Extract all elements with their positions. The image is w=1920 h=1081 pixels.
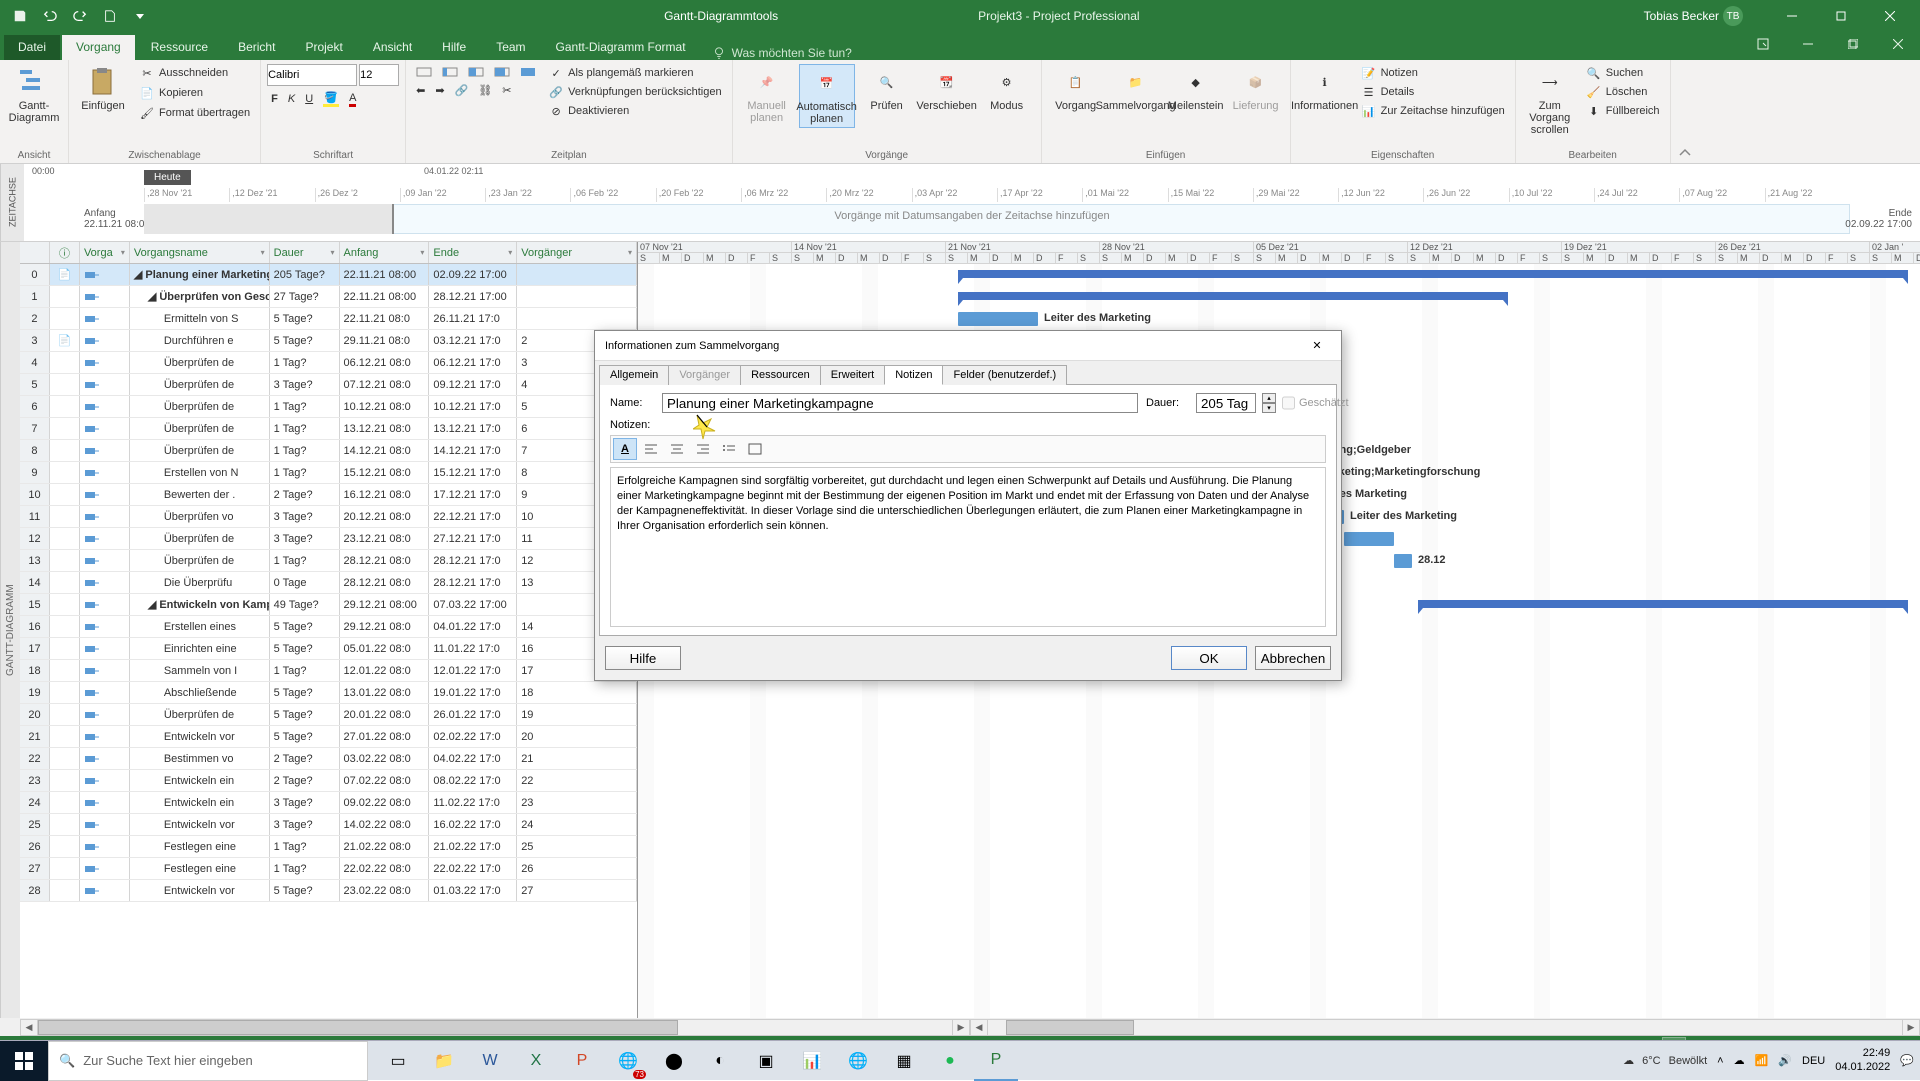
font-format-button[interactable]: A: [613, 438, 637, 460]
duration-input[interactable]: [1196, 393, 1256, 413]
dialog-tab-notes[interactable]: Notizen: [884, 365, 943, 385]
ok-button[interactable]: OK: [1171, 646, 1247, 670]
align-left-button[interactable]: [639, 438, 663, 460]
dialog-tab-resources[interactable]: Ressourcen: [740, 365, 821, 385]
cursor-highlight-icon: [693, 413, 715, 435]
dialog-tab-advanced[interactable]: Erweitert: [820, 365, 885, 385]
notes-textarea[interactable]: Erfolgreiche Kampagnen sind sorgfältig v…: [610, 467, 1326, 627]
dialog-tab-general[interactable]: Allgemein: [599, 365, 669, 385]
insert-object-button[interactable]: [743, 438, 767, 460]
dialog-overlay: Informationen zum Sammelvorgang ✕ Allgem…: [0, 0, 1920, 1080]
estimated-checkbox[interactable]: [1282, 393, 1295, 413]
task-name-input[interactable]: [662, 393, 1138, 413]
name-label: Name:: [610, 397, 654, 409]
align-right-button[interactable]: [691, 438, 715, 460]
cancel-button[interactable]: Abbrechen: [1255, 646, 1331, 670]
help-button[interactable]: Hilfe: [605, 646, 681, 670]
duration-label: Dauer:: [1146, 397, 1190, 409]
bullets-button[interactable]: [717, 438, 741, 460]
dialog-tab-custom-fields[interactable]: Felder (benutzerdef.): [942, 365, 1067, 385]
duration-spinner[interactable]: ▴▾: [1262, 393, 1276, 413]
dialog-tab-predecessors[interactable]: Vorgänger: [668, 365, 741, 385]
task-information-dialog: Informationen zum Sammelvorgang ✕ Allgem…: [594, 330, 1342, 681]
dialog-title: Informationen zum Sammelvorgang: [605, 340, 779, 352]
align-center-button[interactable]: [665, 438, 689, 460]
notes-label: Notizen:: [610, 419, 650, 431]
dialog-close-button[interactable]: ✕: [1297, 333, 1337, 359]
